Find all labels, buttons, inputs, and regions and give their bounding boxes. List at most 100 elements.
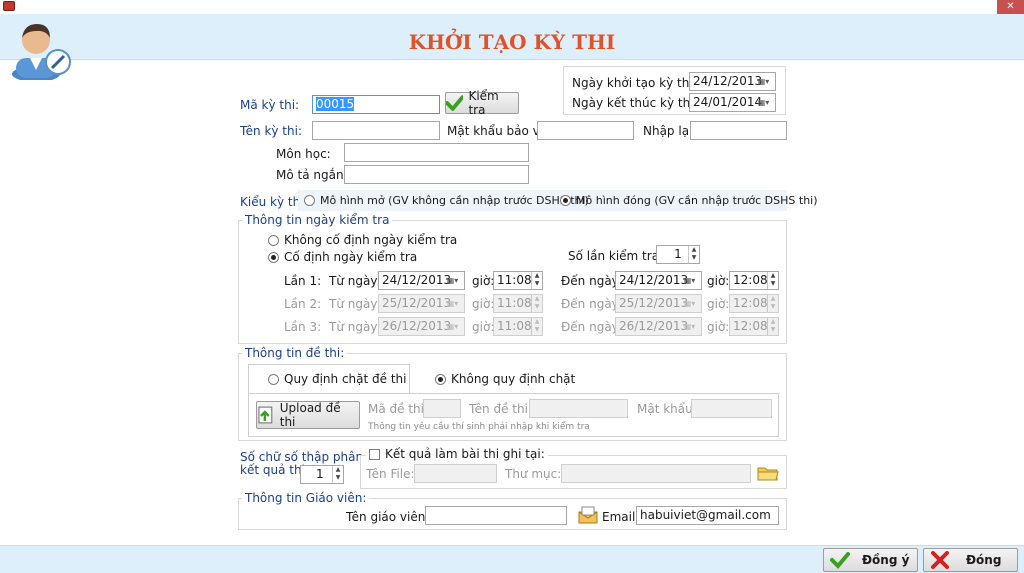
email-input[interactable]: habuiviet@gmail.com — [636, 506, 779, 525]
decimal-label-line2: kết quả thi: — [240, 463, 309, 477]
paper-password-label: Mật khẩu: — [637, 402, 697, 416]
exam-name-input[interactable] — [312, 121, 440, 140]
row2-from-time: 11:08 ▲ ▼ — [493, 294, 543, 313]
stepper-arrows-icon[interactable]: ▲ ▼ — [531, 272, 542, 289]
fixed-date-radio[interactable]: Cố định ngày kiểm tra — [268, 250, 417, 264]
row3-label: Lần 3: — [284, 320, 322, 334]
paper-name-input — [529, 399, 628, 418]
calendar-dropdown-icon: ▦▾ — [446, 299, 459, 308]
calendar-dropdown-icon[interactable]: ▦▾ — [754, 75, 773, 88]
check-icon — [830, 552, 850, 569]
paper-hint: Thông tin yêu cầu thí sinh phải nhập khi… — [368, 422, 590, 432]
page-title: KHỞI TẠO KỲ THI — [408, 30, 616, 54]
email-label: Email: — [602, 510, 640, 524]
result-file-input — [414, 464, 497, 483]
ok-button[interactable]: Đồng ý — [823, 548, 918, 572]
loose-paper-radio[interactable]: Không quy định chặt — [435, 372, 575, 386]
row2-to-time: 12:08 ▲ ▼ — [729, 294, 779, 313]
not-fixed-date-radio[interactable]: Không cố định ngày kiểm tra — [268, 233, 457, 247]
row2-to-label: Đến ngày: — [561, 297, 622, 311]
app-icon — [3, 1, 15, 11]
check-icon — [446, 95, 464, 111]
row1-to-time-label: giờ: — [707, 274, 730, 288]
row1-to-date[interactable]: 24/12/2013 ▦▾ — [615, 271, 702, 290]
row2-from-label: Từ ngày: — [329, 297, 381, 311]
stepper-arrows-icon: ▲ ▼ — [767, 295, 778, 312]
checkbox-icon — [369, 448, 380, 460]
strict-paper-radio[interactable]: Quy định chặt đề thi — [268, 372, 406, 386]
stepper-arrows-icon[interactable]: ▲ ▼ — [332, 466, 343, 483]
row1-to-label: Đến ngày: — [561, 274, 622, 288]
row3-from-label: Từ ngày: — [329, 320, 381, 334]
row3-to-label: Đến ngày: — [561, 320, 622, 334]
exam-name-label: Tên kỳ thi: — [240, 124, 302, 138]
row2-from-time-label: giờ: — [472, 297, 495, 311]
row2-from-date: 25/12/2013 ▦▾ — [378, 294, 465, 313]
close-x-icon — [931, 551, 949, 569]
row1-from-time[interactable]: 11:08 ▲ ▼ — [493, 271, 543, 290]
paper-password-input — [691, 399, 772, 418]
teacher-name-input[interactable] — [425, 506, 567, 525]
paper-code-input — [423, 399, 461, 418]
decimal-label-line1: Số chữ số thập phân — [240, 450, 364, 464]
reenter-label: Nhập lại: — [643, 124, 697, 138]
subject-input[interactable] — [344, 143, 529, 162]
radio-icon — [268, 373, 279, 385]
row3-to-time-label: giờ: — [707, 320, 730, 334]
reenter-password-input[interactable] — [690, 121, 787, 140]
password-label: Mật khẩu bảo vệ: — [447, 124, 552, 138]
radio-selected-icon — [268, 251, 279, 263]
result-folder-input — [561, 464, 751, 483]
teacher-name-label: Tên giáo viên: — [346, 510, 430, 524]
start-date-picker[interactable]: 24/12/2013 ▦▾ — [689, 72, 776, 91]
calendar-dropdown-icon: ▦▾ — [446, 322, 459, 331]
count-label: Số lần kiểm tra: — [568, 249, 664, 263]
row1-to-time[interactable]: 12:08 ▲ ▼ — [729, 271, 779, 290]
closed-model-radio[interactable]: Mô hình đóng (GV cần nhập trước DSHS thi… — [560, 194, 818, 207]
calendar-dropdown-icon[interactable]: ▦▾ — [443, 274, 462, 287]
stepper-arrows-icon: ▲ ▼ — [531, 295, 542, 312]
result-save-checkbox[interactable]: Kết quả làm bài thi ghi tại: — [366, 447, 548, 461]
count-stepper[interactable]: 1 ▲ ▼ — [656, 245, 700, 264]
radio-icon — [304, 195, 315, 206]
stepper-arrows-icon[interactable]: ▲ ▼ — [688, 246, 699, 263]
exam-code-input[interactable]: 00015 — [312, 95, 440, 114]
stepper-arrows-icon[interactable]: ▲ ▼ — [767, 272, 778, 289]
calendar-dropdown-icon: ▦▾ — [683, 299, 696, 308]
password-input[interactable] — [537, 121, 634, 140]
exam-code-label: Mã kỳ thi: — [240, 98, 300, 112]
result-folder-label: Thư mục: — [505, 467, 562, 481]
row3-from-time-label: giờ: — [472, 320, 495, 334]
row3-to-date: 26/12/2013 ▦▾ — [615, 317, 702, 336]
calendar-dropdown-icon[interactable]: ▦▾ — [754, 96, 773, 109]
paper-group-title: Thông tin đề thi: — [242, 346, 348, 360]
row2-label: Lần 2: — [284, 297, 322, 311]
radio-selected-icon — [435, 373, 446, 385]
schedule-group-title: Thông tin ngày kiểm tra — [242, 213, 393, 227]
subject-label: Môn học: — [276, 147, 331, 161]
end-date-picker[interactable]: 24/01/2014 ▦▾ — [689, 93, 776, 112]
paper-name-label: Tên đề thi: — [469, 402, 532, 416]
window-titlebar — [0, 0, 1024, 14]
close-button[interactable]: Đóng — [923, 548, 1018, 572]
description-label: Mô tả ngắn: — [276, 168, 348, 182]
teacher-group-title: Thông tin Giáo viên: — [242, 491, 370, 505]
calendar-dropdown-icon: ▦▾ — [683, 322, 696, 331]
folder-icon[interactable] — [756, 463, 780, 483]
description-input[interactable] — [344, 165, 529, 184]
calendar-dropdown-icon[interactable]: ▦▾ — [680, 274, 699, 287]
end-date-label: Ngày kết thúc kỳ thi: — [572, 96, 698, 110]
check-button[interactable]: Kiểm tra — [445, 89, 519, 117]
radio-icon — [268, 234, 279, 246]
row1-from-date[interactable]: 24/12/2013 ▦▾ — [378, 271, 465, 290]
row3-to-time: 12:08 ▲ ▼ — [729, 317, 779, 336]
upload-paper-button[interactable]: Upload đề thi — [256, 401, 360, 429]
decimal-stepper[interactable]: 1 ▲ ▼ — [300, 465, 344, 484]
open-model-radio[interactable]: Mô hình mở (GV không cần nhập trước DSHS… — [304, 194, 589, 207]
window-close-button[interactable]: ✕ — [997, 0, 1024, 14]
row1-from-time-label: giờ: — [472, 274, 495, 288]
paper-code-label: Mã đề thi: — [368, 402, 429, 416]
start-date-label: Ngày khởi tạo kỳ thi: — [572, 76, 697, 90]
row3-from-date: 26/12/2013 ▦▾ — [378, 317, 465, 336]
radio-selected-icon — [560, 195, 571, 206]
